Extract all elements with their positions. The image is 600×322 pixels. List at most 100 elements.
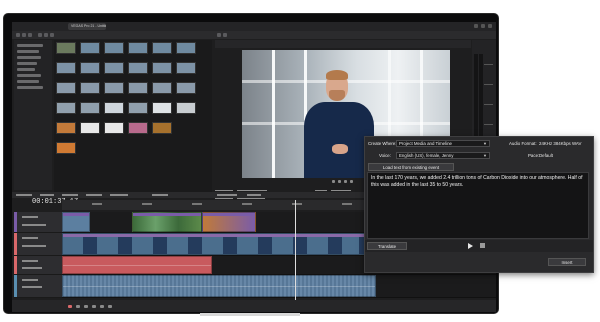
media-thumbnail[interactable] [56,82,76,94]
media-thumbnail[interactable] [128,42,148,54]
media-thumbnail[interactable] [104,62,124,74]
media-thumbnail[interactable] [80,62,100,74]
audio-event[interactable] [62,275,376,297]
pace-value[interactable]: Default [539,153,553,158]
window-controls [474,24,492,28]
media-thumbnail[interactable] [128,62,148,74]
open-icon[interactable] [22,33,26,37]
track-header-audio-2[interactable] [14,275,62,298]
tree-item[interactable] [17,50,39,53]
media-thumbnail[interactable] [176,42,196,54]
media-thumbnail[interactable] [104,102,124,114]
media-thumbnail[interactable] [152,42,172,54]
media-thumbnail[interactable] [80,102,100,114]
track-header-audio-1[interactable] [14,256,62,275]
split-screen-icon[interactable] [223,33,227,37]
tab-project-notes[interactable] [152,194,168,196]
loop-icon[interactable] [76,305,80,308]
media-thumbnail[interactable] [104,82,124,94]
load-text-button[interactable]: Load text from existing event [368,163,454,171]
maximize-icon[interactable] [481,24,485,28]
close-icon[interactable] [488,24,492,28]
media-thumbnail[interactable] [176,62,196,74]
tab-video-preview[interactable] [217,194,237,196]
media-thumbnail[interactable] [56,142,76,154]
video-event[interactable] [202,212,256,232]
media-thumbnail[interactable] [104,122,124,134]
playhead-cursor[interactable] [295,200,296,300]
create-where-label: Create Where: [368,141,397,146]
media-thumbnail[interactable] [152,102,172,114]
media-thumbnail[interactable] [56,42,76,54]
copy-icon[interactable] [44,33,48,37]
record-icon[interactable] [68,305,72,308]
media-thumbnail[interactable] [128,82,148,94]
audio-format-value[interactable]: 24KHz 384Kbps WAV [539,141,581,146]
media-thumbnail[interactable] [80,82,100,94]
play-icon[interactable] [92,305,96,308]
preview-tool-icon[interactable] [217,33,221,37]
status-bar [12,300,496,312]
tab-media-generators[interactable] [110,194,128,196]
title-bar: VEGAS Pro 21 - Untitled * [12,22,496,31]
tab-explorer[interactable] [40,194,54,196]
save-icon[interactable] [28,33,32,37]
tree-item[interactable] [17,56,41,59]
track-header-video-2[interactable] [14,233,62,256]
document-tab[interactable]: VEGAS Pro 21 - Untitled * [68,23,106,30]
project-explorer [14,40,52,190]
media-thumbnail[interactable] [128,122,148,134]
media-thumbnail[interactable] [152,122,172,134]
tree-item[interactable] [17,68,35,71]
media-thumbnail[interactable] [56,62,76,74]
tree-item[interactable] [17,62,37,65]
chevron-down-icon: ▼ [483,153,487,158]
preview-toolbar [215,40,471,48]
audio-format-label: Audio Format: [509,141,537,146]
media-thumbnail[interactable] [128,102,148,114]
play-icon[interactable] [468,243,473,249]
tab-transitions[interactable] [62,194,78,196]
new-icon[interactable] [16,33,20,37]
media-thumbnail[interactable] [152,62,172,74]
insert-button[interactable]: Insert [548,258,586,266]
loop-icon[interactable] [350,180,353,183]
tree-item[interactable] [17,86,43,89]
play-from-start-icon[interactable] [84,305,88,308]
audio-event[interactable] [62,256,212,274]
tab-trimmer[interactable] [247,194,261,196]
translate-button[interactable]: Translate [367,242,407,250]
minimize-icon[interactable] [474,24,478,28]
media-bin [54,40,212,192]
media-thumbnail[interactable] [80,122,100,134]
create-where-dropdown[interactable]: Project Media and Timeline ▼ [396,140,490,147]
pause-icon[interactable] [100,305,104,308]
media-thumbnail[interactable] [176,82,196,94]
cut-icon[interactable] [38,33,42,37]
chevron-down-icon: ▼ [483,141,487,146]
tree-item[interactable] [17,80,39,83]
paste-icon[interactable] [50,33,54,37]
tab-project-media[interactable] [16,194,32,196]
video-event[interactable] [62,212,90,232]
video-event[interactable] [132,212,202,232]
track-header-video-1[interactable] [14,212,62,233]
media-thumbnail[interactable] [56,122,76,134]
media-thumbnail[interactable] [80,42,100,54]
stop-icon[interactable] [480,243,485,248]
media-thumbnail[interactable] [104,42,124,54]
video-event[interactable] [62,233,376,255]
stop-icon[interactable] [344,180,347,183]
tree-item[interactable] [17,74,41,77]
media-thumbnail[interactable] [176,102,196,114]
speech-text-area[interactable]: In the last 170 years, we added 2.4 tril… [367,172,589,239]
play-icon[interactable] [332,180,335,183]
voice-dropdown[interactable]: English (US), female, Jenny ▼ [396,152,490,159]
tab-video-fx[interactable] [86,194,102,196]
media-thumbnail[interactable] [56,102,76,114]
tree-item[interactable] [17,44,43,47]
audio-track-2 [62,275,496,298]
media-thumbnail[interactable] [152,82,172,94]
pause-icon[interactable] [338,180,341,183]
stop-icon[interactable] [108,305,112,308]
